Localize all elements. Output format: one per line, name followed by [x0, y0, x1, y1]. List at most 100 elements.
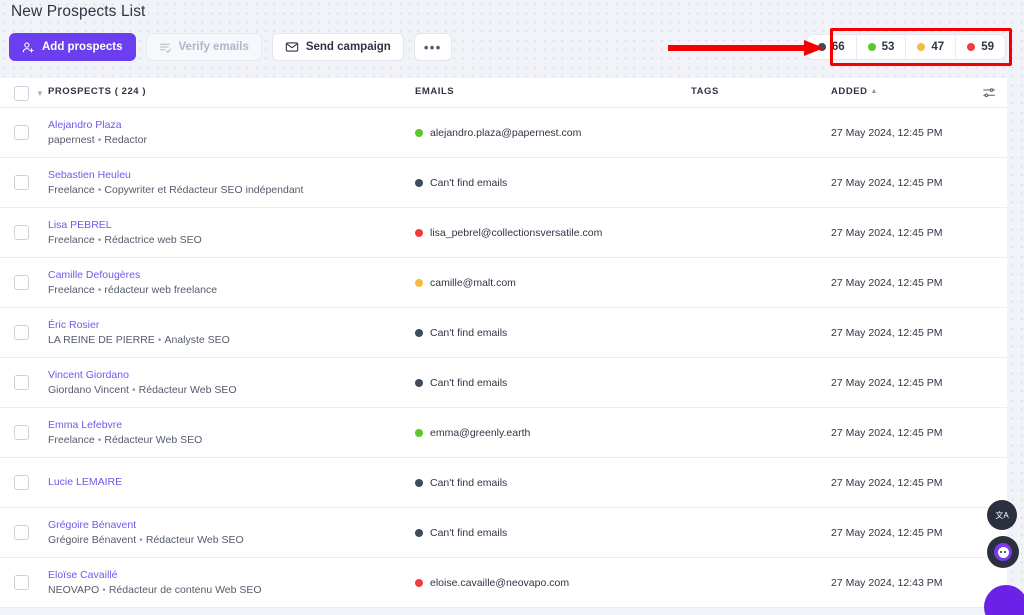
- email-status-dot: [415, 428, 423, 437]
- status-count-unknown: 66: [831, 41, 845, 53]
- prospect-name[interactable]: Vincent Giordano: [48, 368, 415, 383]
- status-count-risky: 47: [931, 41, 945, 53]
- prospect-subtitle: Freelance • rédacteur web freelance: [48, 283, 218, 296]
- email-value: Can't find emails: [430, 526, 508, 539]
- added-cell: 27 May 2024, 12:45 PM: [831, 426, 943, 439]
- assistant-bot-icon[interactable]: [987, 536, 1019, 568]
- table-row[interactable]: Eloïse Cavaillé NEOVAPO • Rédacteur de cont…: [0, 558, 1007, 608]
- prospect-subtitle: Freelance • Rédactrice web SEO: [48, 233, 202, 246]
- prospect-name[interactable]: Emma Lefebvre: [48, 418, 415, 433]
- table-row[interactable]: Camille Defougères Freelance • rédacteur we…: [0, 258, 1007, 308]
- send-campaign-button[interactable]: Send campaign: [271, 33, 404, 61]
- email-status-dot: [415, 228, 423, 237]
- status-badge-risky[interactable]: 47: [906, 35, 957, 59]
- email-status-dot: [415, 578, 423, 587]
- table-row[interactable]: Grégoire Bénavent Grégoire Bénavent • Rédac…: [0, 508, 1007, 558]
- row-checkbox[interactable]: [14, 125, 29, 140]
- more-options-button[interactable]: •••: [413, 33, 452, 61]
- email-status-dot: [415, 478, 423, 487]
- row-checkbox[interactable]: [14, 225, 29, 240]
- prospect-subtitle: NEOVAPO • Rédacteur de contenu Web SEO: [48, 583, 262, 596]
- badge-group: 66 53 47 59: [805, 34, 1006, 60]
- row-checkbox[interactable]: [14, 525, 29, 540]
- prospect-name[interactable]: Lisa PEBREL: [48, 218, 415, 233]
- status-badge-valid[interactable]: 53: [857, 35, 907, 59]
- row-checkbox[interactable]: [14, 575, 29, 590]
- prospect-subtitle: LA REINE DE PIERRE • Analyste SEO: [48, 333, 230, 346]
- email-cell: Can't find emails: [415, 177, 691, 189]
- added-cell: 27 May 2024, 12:45 PM: [831, 176, 943, 189]
- email-cell: Can't find emails: [415, 377, 691, 389]
- prospect-cell: Lucie LEMAIRE: [48, 475, 415, 490]
- email-value: camille@malt.com: [430, 276, 516, 289]
- table-row[interactable]: Éric Rosier LA REINE DE PIERRE • Analyste S…: [0, 308, 1007, 358]
- sort-ascending-icon: ▲: [870, 88, 879, 95]
- column-settings-button[interactable]: [971, 86, 1007, 100]
- bot-face: [994, 543, 1012, 561]
- prospect-name[interactable]: Alejandro Plaza: [48, 118, 415, 133]
- prospect-cell: Lisa PEBREL Freelance • Rédactrice web SEO: [48, 218, 415, 248]
- table-row[interactable]: Emma Lefebvre Freelance • Rédacteur Web SEO…: [0, 408, 1007, 458]
- status-dot-risky: [917, 43, 926, 51]
- email-cell: eloise.cavaille@neovapo.com: [415, 577, 691, 589]
- prospect-name[interactable]: Camille Defougères: [48, 268, 415, 283]
- prospect-name[interactable]: Lucie LEMAIRE: [48, 475, 415, 490]
- header-added[interactable]: ADDED ▲: [831, 86, 971, 97]
- verify-emails-button[interactable]: Verify emails: [145, 33, 262, 61]
- email-cell: lisa_pebrel@collectionsversatile.com: [415, 227, 691, 239]
- prospect-cell: Sebastien Heuleu Freelance • Copywriter et …: [48, 168, 415, 198]
- email-cell: Can't find emails: [415, 327, 691, 339]
- verify-list-icon: [159, 41, 172, 54]
- header-prospects[interactable]: PROSPECTS ( 224 ): [48, 86, 415, 97]
- email-value: Can't find emails: [430, 476, 508, 489]
- toolbar: Add prospects Verify emails Send campaig…: [9, 33, 452, 61]
- status-badge-invalid[interactable]: 59: [956, 35, 1005, 59]
- row-select-cell: [0, 425, 48, 440]
- header-emails[interactable]: EMAILS: [415, 86, 691, 97]
- row-checkbox[interactable]: [14, 375, 29, 390]
- table-row[interactable]: Sebastien Heuleu Freelance • Copywriter et …: [0, 158, 1007, 208]
- row-checkbox[interactable]: [14, 175, 29, 190]
- row-checkbox[interactable]: [14, 325, 29, 340]
- email-status-dot: [415, 278, 423, 287]
- row-select-cell: [0, 475, 48, 490]
- table-row[interactable]: Lisa PEBREL Freelance • Rédactrice web SEO l…: [0, 208, 1007, 258]
- row-select-cell: [0, 175, 48, 190]
- add-prospects-button[interactable]: Add prospects: [9, 33, 136, 61]
- header-tags[interactable]: TAGS: [691, 86, 831, 97]
- table-row[interactable]: Lucie LEMAIRE Can't find emails 27 May 202…: [0, 458, 1007, 508]
- email-status-dot: [415, 178, 423, 187]
- row-checkbox[interactable]: [14, 275, 29, 290]
- prospect-subtitle: Freelance • Rédacteur Web SEO: [48, 433, 203, 446]
- row-select-cell: [0, 325, 48, 340]
- translate-icon[interactable]: 文A: [987, 500, 1017, 530]
- table-row[interactable]: Alejandro Plaza papernest • Redactor alejand…: [0, 108, 1007, 158]
- added-cell: 27 May 2024, 12:45 PM: [831, 226, 943, 239]
- row-checkbox[interactable]: [14, 475, 29, 490]
- email-status-summary: 66 53 47 59: [805, 34, 1006, 60]
- added-cell: 27 May 2024, 12:45 PM: [831, 326, 943, 339]
- prospect-name[interactable]: Eloïse Cavaillé: [48, 568, 415, 583]
- row-checkbox[interactable]: [14, 425, 29, 440]
- prospects-table: ▼ PROSPECTS ( 224 ) EMAILS TAGS ADDED ▲ A…: [0, 78, 1007, 608]
- chevron-down-icon[interactable]: ▼: [36, 86, 44, 101]
- row-select-cell: [0, 525, 48, 540]
- email-status-dot: [415, 328, 423, 337]
- app-root: New Prospects List Add prospects Verify …: [0, 0, 1024, 615]
- user-add-icon: [22, 41, 35, 54]
- prospect-cell: Grégoire Bénavent Grégoire Bénavent • Rédac…: [48, 518, 415, 548]
- add-prospects-label: Add prospects: [42, 41, 123, 53]
- email-cell: Can't find emails: [415, 477, 691, 489]
- email-status-dot: [415, 378, 423, 387]
- status-count-invalid: 59: [981, 41, 994, 53]
- added-cell: 27 May 2024, 12:45 PM: [831, 376, 943, 389]
- prospect-name[interactable]: Grégoire Bénavent: [48, 518, 415, 533]
- row-select-cell: [0, 125, 48, 140]
- table-row[interactable]: Vincent Giordano Giordano Vincent • Rédacte…: [0, 358, 1007, 408]
- email-value: Can't find emails: [430, 326, 508, 339]
- prospect-name[interactable]: Éric Rosier: [48, 318, 415, 333]
- prospect-name[interactable]: Sebastien Heuleu: [48, 168, 415, 183]
- select-all-checkbox[interactable]: [14, 86, 29, 101]
- send-campaign-label: Send campaign: [305, 41, 391, 53]
- status-badge-unknown[interactable]: 66: [807, 35, 857, 59]
